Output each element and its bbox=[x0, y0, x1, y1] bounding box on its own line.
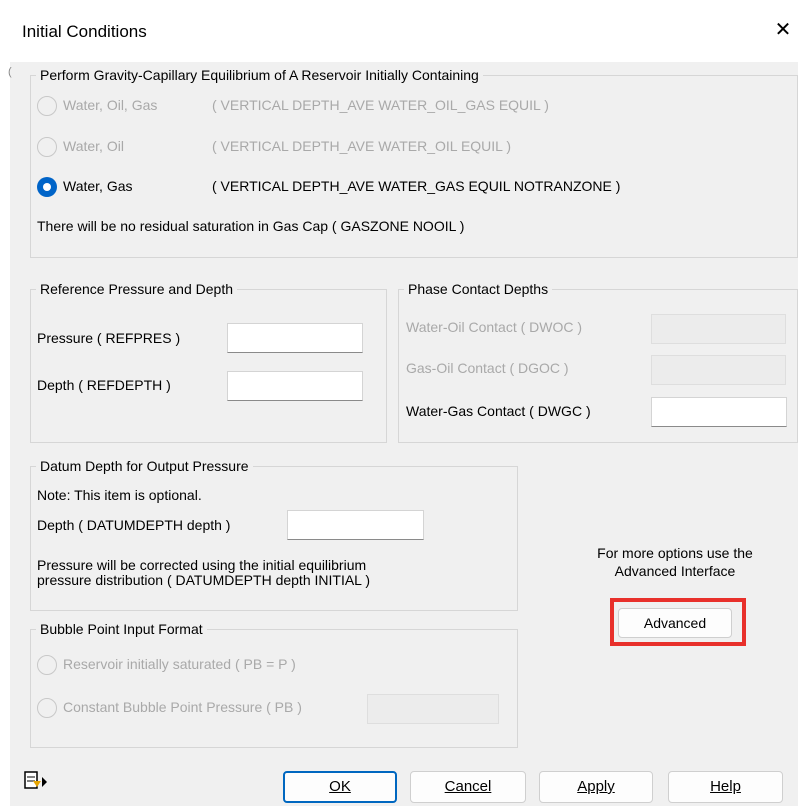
water-oil-label: Water, Oil bbox=[63, 138, 124, 154]
water-oil-gas-keyword: ( VERTICAL DEPTH_AVE WATER_OIL_GAS EQUIL… bbox=[212, 97, 549, 113]
datum-note: Note: This item is optional. bbox=[37, 487, 202, 503]
datum-info-line1: Pressure will be corrected using the ini… bbox=[37, 557, 367, 573]
dgoc-label: Gas-Oil Contact ( DGOC ) bbox=[406, 360, 569, 376]
radio-pb-saturated[interactable] bbox=[37, 655, 57, 675]
dwgc-label: Water-Gas Contact ( DWGC ) bbox=[406, 403, 591, 419]
advanced-button[interactable]: Advanced bbox=[618, 608, 732, 638]
water-gas-keyword: ( VERTICAL DEPTH_AVE WATER_GAS EQUIL NOT… bbox=[212, 178, 621, 194]
radio-water-oil[interactable] bbox=[37, 137, 57, 157]
help-button[interactable]: Help bbox=[668, 771, 783, 803]
datum-depth-label: Depth ( DATUMDEPTH depth ) bbox=[37, 517, 231, 533]
left-edge bbox=[0, 62, 10, 806]
advanced-hint-line1: For more options use the bbox=[597, 545, 753, 561]
pb-saturated-label: Reservoir initially saturated ( PB = P ) bbox=[63, 656, 296, 672]
bubble-legend: Bubble Point Input Format bbox=[36, 621, 207, 638]
radio-pb-constant[interactable] bbox=[37, 698, 57, 718]
radio-water-gas[interactable] bbox=[37, 177, 57, 197]
refpres-input[interactable] bbox=[227, 323, 363, 353]
pb-constant-label: Constant Bubble Point Pressure ( PB ) bbox=[63, 699, 302, 715]
edge-mark: ( bbox=[8, 66, 12, 78]
apply-label: Apply bbox=[577, 778, 615, 795]
dgoc-input bbox=[651, 355, 786, 385]
close-icon[interactable]: ✕ bbox=[772, 18, 794, 42]
equilibrium-legend: Perform Gravity-Capillary Equilibrium of… bbox=[36, 67, 483, 84]
window-title: Initial Conditions bbox=[22, 22, 147, 41]
dwgc-input[interactable] bbox=[651, 397, 787, 427]
datum-legend: Datum Depth for Output Pressure bbox=[36, 458, 253, 475]
bubble-group: Bubble Point Input Format bbox=[30, 621, 518, 748]
reference-legend: Reference Pressure and Depth bbox=[36, 281, 237, 298]
title-bar: Initial Conditions ✕ bbox=[0, 0, 798, 62]
reference-group: Reference Pressure and Depth bbox=[30, 281, 387, 443]
advanced-hint-line2: Advanced Interface bbox=[614, 563, 736, 579]
pb-input bbox=[367, 694, 499, 724]
pressure-label: Pressure ( REFPRES ) bbox=[37, 330, 181, 346]
datumdepth-input[interactable] bbox=[287, 510, 424, 540]
radio-water-oil-gas[interactable] bbox=[37, 96, 57, 116]
datum-info-line2: pressure distribution ( DATUMDEPTH depth… bbox=[37, 572, 370, 588]
help-label: Help bbox=[710, 778, 741, 795]
dwoc-label: Water-Oil Contact ( DWOC ) bbox=[406, 319, 583, 335]
contacts-legend: Phase Contact Depths bbox=[404, 281, 553, 298]
refdepth-input[interactable] bbox=[227, 371, 363, 401]
gaszone-note: There will be no residual saturation in … bbox=[37, 218, 465, 234]
water-oil-gas-label: Water, Oil, Gas bbox=[63, 97, 158, 113]
water-gas-label: Water, Gas bbox=[63, 178, 133, 194]
ok-label: OK bbox=[329, 778, 351, 795]
refdepth-label: Depth ( REFDEPTH ) bbox=[37, 377, 171, 393]
water-oil-keyword: ( VERTICAL DEPTH_AVE WATER_OIL EQUIL ) bbox=[212, 138, 511, 154]
cancel-label: Cancel bbox=[444, 778, 492, 795]
dwoc-input bbox=[651, 314, 786, 344]
script-arrow-icon[interactable] bbox=[24, 770, 48, 794]
apply-button[interactable]: Apply bbox=[539, 771, 653, 803]
cancel-button[interactable]: Cancel bbox=[410, 771, 526, 803]
ok-button[interactable]: OK bbox=[283, 771, 397, 803]
